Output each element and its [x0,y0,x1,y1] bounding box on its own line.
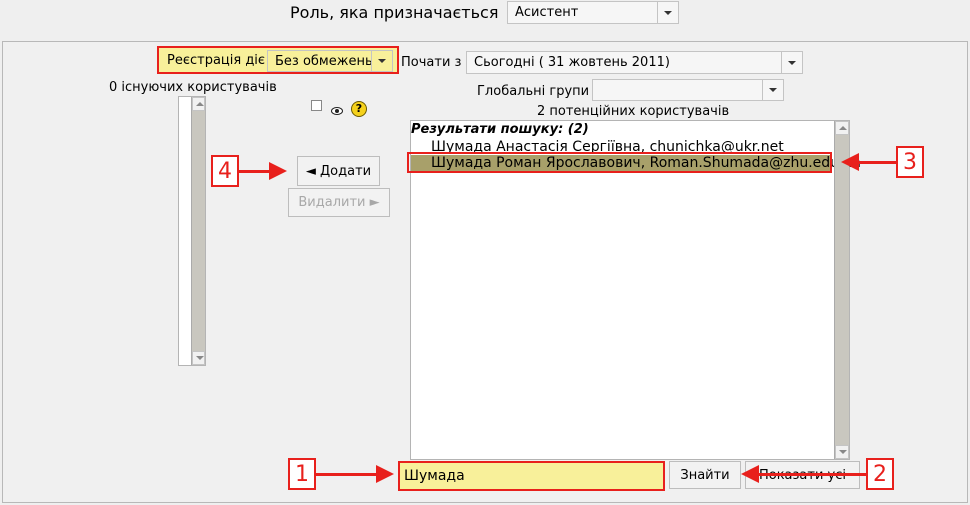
callout-1-arrowhead [376,465,394,483]
role-select[interactable]: Асистент [507,1,679,24]
scroll-down-icon[interactable] [835,445,849,459]
callout-3-arrowhead [841,153,859,171]
callout-3-arrow [858,161,896,164]
find-button[interactable]: Знайти [669,461,741,489]
remove-button[interactable]: Видалити ► [288,188,390,217]
callout-1: 1 [288,458,316,490]
existing-users-header: 0 існуючих користувачів [109,80,277,95]
potential-users-header: 2 потенційних користувачів [537,104,730,119]
callout-4-arrow [239,170,271,173]
role-label: Роль, яка призначається [290,3,499,22]
scroll-up-icon[interactable] [835,121,849,135]
callout-2: 2 [866,458,894,490]
existing-users-scrollbar[interactable] [191,97,205,365]
search-input[interactable]: Шумада [398,461,665,491]
eye-icon[interactable] [331,101,343,115]
callout-3: 3 [896,146,924,178]
chevron-down-icon [781,52,802,73]
potential-users-scrollbar[interactable] [834,121,849,459]
search-results-group-label: Результати пошуку: (2) [411,122,589,137]
start-date-value: Сьогодні ( 31 жовтень 2011) [474,55,670,70]
chevron-down-icon [657,2,678,23]
enrolment-duration-label: Реєстрація діє [167,53,266,68]
enrolment-duration-value: Без обмежень [275,53,371,69]
callout-1-arrow [316,473,378,476]
global-groups-select[interactable] [592,79,784,101]
global-groups-label: Глобальні групи [477,84,590,99]
scroll-down-icon[interactable] [192,351,205,365]
existing-users-list[interactable] [178,96,206,366]
scroll-up-icon[interactable] [192,97,205,111]
callout-2-arrowhead [741,465,759,483]
checkbox-icon[interactable] [311,100,322,111]
help-icon[interactable]: ? [351,101,367,117]
start-date-select[interactable]: Сьогодні ( 31 жовтень 2011) [466,51,803,74]
chevron-down-icon [762,80,783,100]
callout-4-arrowhead [269,162,287,180]
role-select-value: Асистент [515,5,579,20]
search-input-value: Шумада [404,468,465,484]
selected-item-highlight [407,152,832,173]
callout-4: 4 [211,155,239,187]
chevron-down-icon [371,51,392,71]
start-date-label: Почати з [401,55,462,70]
add-button[interactable]: ◄ Додати [297,156,380,186]
callout-2-arrow [758,473,866,476]
enrolment-duration-select[interactable]: Без обмежень [267,50,393,72]
help-icon-glyph: ? [355,102,363,115]
